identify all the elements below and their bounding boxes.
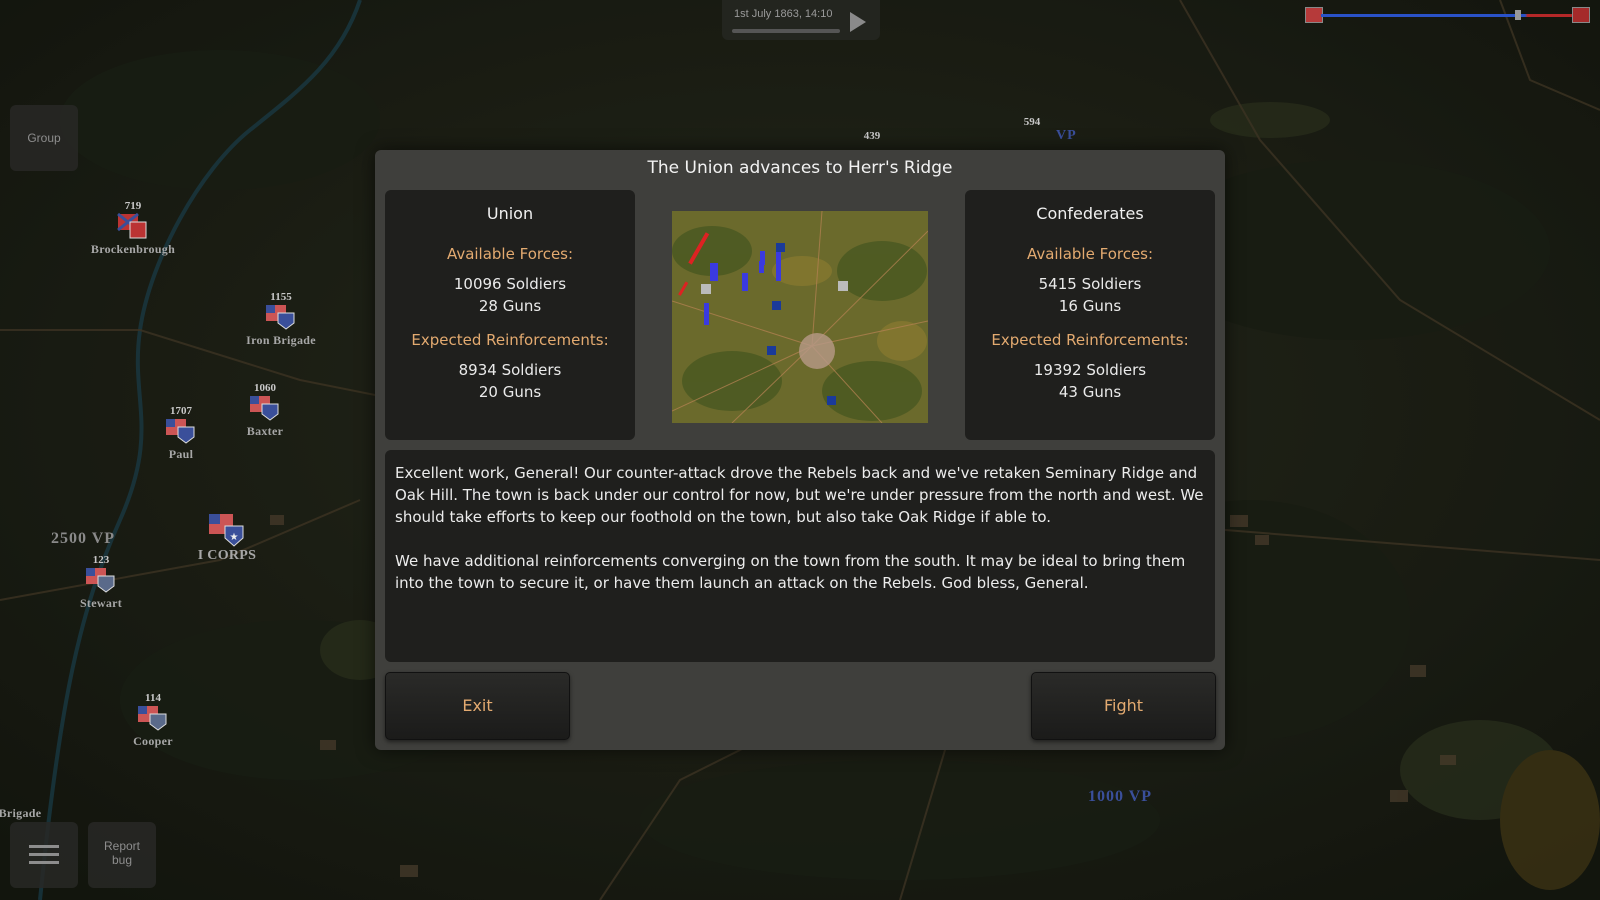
unit-stewart[interactable]: 123 Stewart (41, 554, 161, 611)
unit-strength: 1060 (254, 382, 276, 394)
unit-strength: 123 (92, 554, 110, 566)
unit-strength: 1707 (170, 405, 192, 417)
briefing-message: Excellent work, General! Our counter-att… (385, 450, 1215, 662)
fight-button[interactable]: Fight (1031, 672, 1216, 740)
report-bug-button[interactable]: Report bug (88, 822, 156, 888)
corps-flag-icon: ★ (209, 514, 244, 547)
confederate-forces-panel: Confederates Available Forces: 5415 Sold… (965, 190, 1215, 440)
vp-label-1000: 1000 VP (1088, 788, 1153, 805)
unit-name: Brockenbrough (90, 242, 176, 256)
confederate-reinforcements-label: Expected Reinforcements: (991, 331, 1189, 349)
union-flag-icon (138, 706, 167, 731)
unit-strength: 1155 (270, 291, 292, 303)
confederate-flag-icon (117, 212, 147, 239)
unit-name: I CORPS (197, 548, 257, 563)
union-reinforcement-soldiers: 8934 Soldiers (458, 361, 562, 379)
unit-paul[interactable]: 1707 Paul (121, 405, 241, 462)
hamburger-menu-icon (29, 845, 59, 864)
confederate-available-guns: 16 Guns (1058, 297, 1122, 315)
unit-brockenbrough[interactable]: 719 Brockenbrough (73, 200, 193, 257)
unit-brigade-edge[interactable]: Brigade (0, 806, 80, 821)
vp-label-objective: VP (1056, 128, 1077, 143)
army-balance-bar (1305, 6, 1590, 24)
unit-439[interactable]: 439 (812, 130, 932, 142)
time-control: 1st July 1863, 14:10 (722, 0, 880, 40)
confederate-available-label: Available Forces: (1026, 245, 1154, 263)
unit-strength: 719 (124, 200, 142, 212)
unit-strength: 439 (863, 130, 881, 142)
unit-iron-brigade[interactable]: 1155 Iron Brigade (221, 291, 341, 348)
confederate-flag-icon (1572, 7, 1590, 23)
union-reinforcements-label: Expected Reinforcements: (411, 331, 609, 349)
confederate-reinforcement-guns: 43 Guns (1058, 383, 1122, 401)
report-bug-line2: bug (111, 853, 133, 867)
unit-name: Iron Brigade (246, 333, 316, 347)
vp-label-2500: 2500 VP (51, 530, 116, 547)
briefing-paragraph-1: Excellent work, General! Our counter-att… (395, 464, 1204, 526)
battle-briefing-dialog: The Union advances to Herr's Ridge Union… (375, 150, 1225, 750)
union-forces-panel: Union Available Forces: 10096 Soldiers 2… (385, 190, 635, 440)
confederate-side-name: Confederates (1036, 204, 1144, 223)
union-flag-icon (86, 568, 115, 593)
union-available-label: Available Forces: (446, 245, 574, 263)
union-flag-icon (250, 396, 279, 421)
dialog-title: The Union advances to Herr's Ridge (647, 158, 953, 178)
unit-name: Cooper (133, 734, 173, 748)
union-reinforcement-guns: 20 Guns (478, 383, 542, 401)
unit-name: Brigade (0, 806, 42, 820)
unit-strength: 114 (145, 692, 161, 704)
svg-text:★: ★ (230, 532, 239, 543)
menu-button[interactable] (10, 822, 78, 888)
confederate-available-soldiers: 5415 Soldiers (1038, 275, 1142, 293)
play-icon[interactable] (850, 12, 866, 32)
union-available-soldiers: 10096 Soldiers (453, 275, 567, 293)
time-progress-bar[interactable] (732, 29, 840, 33)
unit-cooper[interactable]: 114 Cooper (93, 692, 213, 749)
report-bug-line1: Report (103, 839, 141, 853)
group-button-label: Group (27, 131, 61, 145)
unit-name: Stewart (79, 596, 123, 610)
unit-strength: 594 (1023, 116, 1041, 128)
briefing-paragraph-2: We have additional reinforcements conver… (395, 552, 1186, 592)
balance-track (1321, 14, 1576, 17)
confederate-reinforcement-soldiers: 19392 Soldiers (1033, 361, 1147, 379)
union-side-name: Union (486, 204, 534, 223)
exit-button[interactable]: Exit (385, 672, 570, 740)
battlefield-minimap (672, 211, 928, 423)
union-flag-icon (266, 305, 295, 330)
unit-i-corps[interactable]: ★ I CORPS (167, 512, 287, 564)
group-button[interactable]: Group (10, 105, 78, 171)
balance-marker (1515, 10, 1521, 20)
date-time-label: 1st July 1863, 14:10 (734, 8, 833, 20)
union-available-guns: 28 Guns (478, 297, 542, 315)
unit-name: Paul (168, 447, 194, 461)
union-flag-icon (166, 419, 195, 444)
unit-594[interactable]: 594 (972, 116, 1092, 128)
